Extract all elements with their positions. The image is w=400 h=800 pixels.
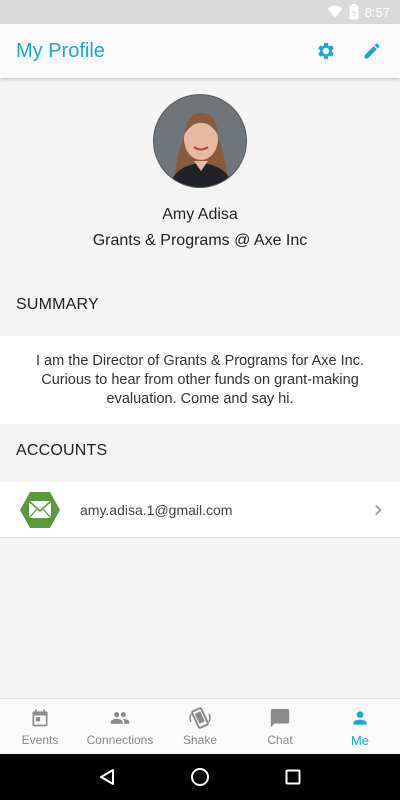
nav-label: Connections (86, 733, 154, 747)
nav-events[interactable]: Events (0, 699, 80, 754)
pencil-icon (364, 43, 380, 59)
nav-label: Shake (182, 733, 218, 747)
chat-icon (268, 706, 292, 730)
home-button[interactable] (180, 757, 220, 797)
nav-connections[interactable]: Connections (80, 699, 160, 754)
mail-icon (20, 490, 60, 530)
nav-shake[interactable]: Shake (160, 699, 240, 754)
nav-label: Me (350, 732, 370, 748)
edit-profile-button[interactable] (360, 39, 384, 63)
summary-box: I am the Director of Grants & Programs f… (0, 336, 400, 424)
shake-phone-icon (188, 706, 212, 730)
nav-chat[interactable]: Chat (240, 699, 320, 754)
bottom-nav: Events Connections Shake Chat Me (0, 698, 400, 754)
status-bar: 8:57 (0, 0, 400, 24)
profile-header: Amy Adisa Grants & Programs @ Axe Inc (0, 78, 400, 250)
chevron-right-icon (366, 498, 390, 522)
home-circle-icon (190, 768, 209, 786)
calendar-icon (28, 706, 52, 730)
profile-content[interactable]: Amy Adisa Grants & Programs @ Axe Inc SU… (0, 78, 400, 698)
profile-name: Amy Adisa (162, 206, 238, 223)
settings-button[interactable] (314, 39, 338, 63)
avatar (153, 94, 247, 188)
recents-square-icon (285, 769, 301, 785)
account-email: amy.adisa.1@gmail.com (80, 501, 233, 518)
status-time: 8:57 (364, 4, 390, 20)
nav-label: Events (21, 733, 59, 747)
recents-button[interactable] (273, 757, 313, 797)
nav-label: Chat (267, 733, 293, 747)
gear-icon (318, 42, 334, 60)
profile-tagline: Grants & Programs @ Axe Inc (92, 232, 308, 249)
system-nav-bar (0, 754, 400, 800)
summary-header: SUMMARY (16, 296, 99, 313)
back-button[interactable] (87, 757, 127, 797)
page-title: My Profile (16, 39, 105, 62)
accounts-header: ACCOUNTS (16, 442, 108, 459)
app-bar: My Profile (0, 24, 400, 78)
wifi-icon (327, 5, 343, 19)
account-row-email[interactable]: amy.adisa.1@gmail.com (0, 482, 400, 538)
person-icon (348, 706, 372, 730)
nav-me[interactable]: Me (320, 699, 400, 754)
summary-text: I am the Director of Grants & Programs f… (36, 352, 364, 407)
battery-icon (349, 4, 359, 20)
back-triangle-icon (99, 769, 114, 785)
people-icon (108, 706, 132, 730)
